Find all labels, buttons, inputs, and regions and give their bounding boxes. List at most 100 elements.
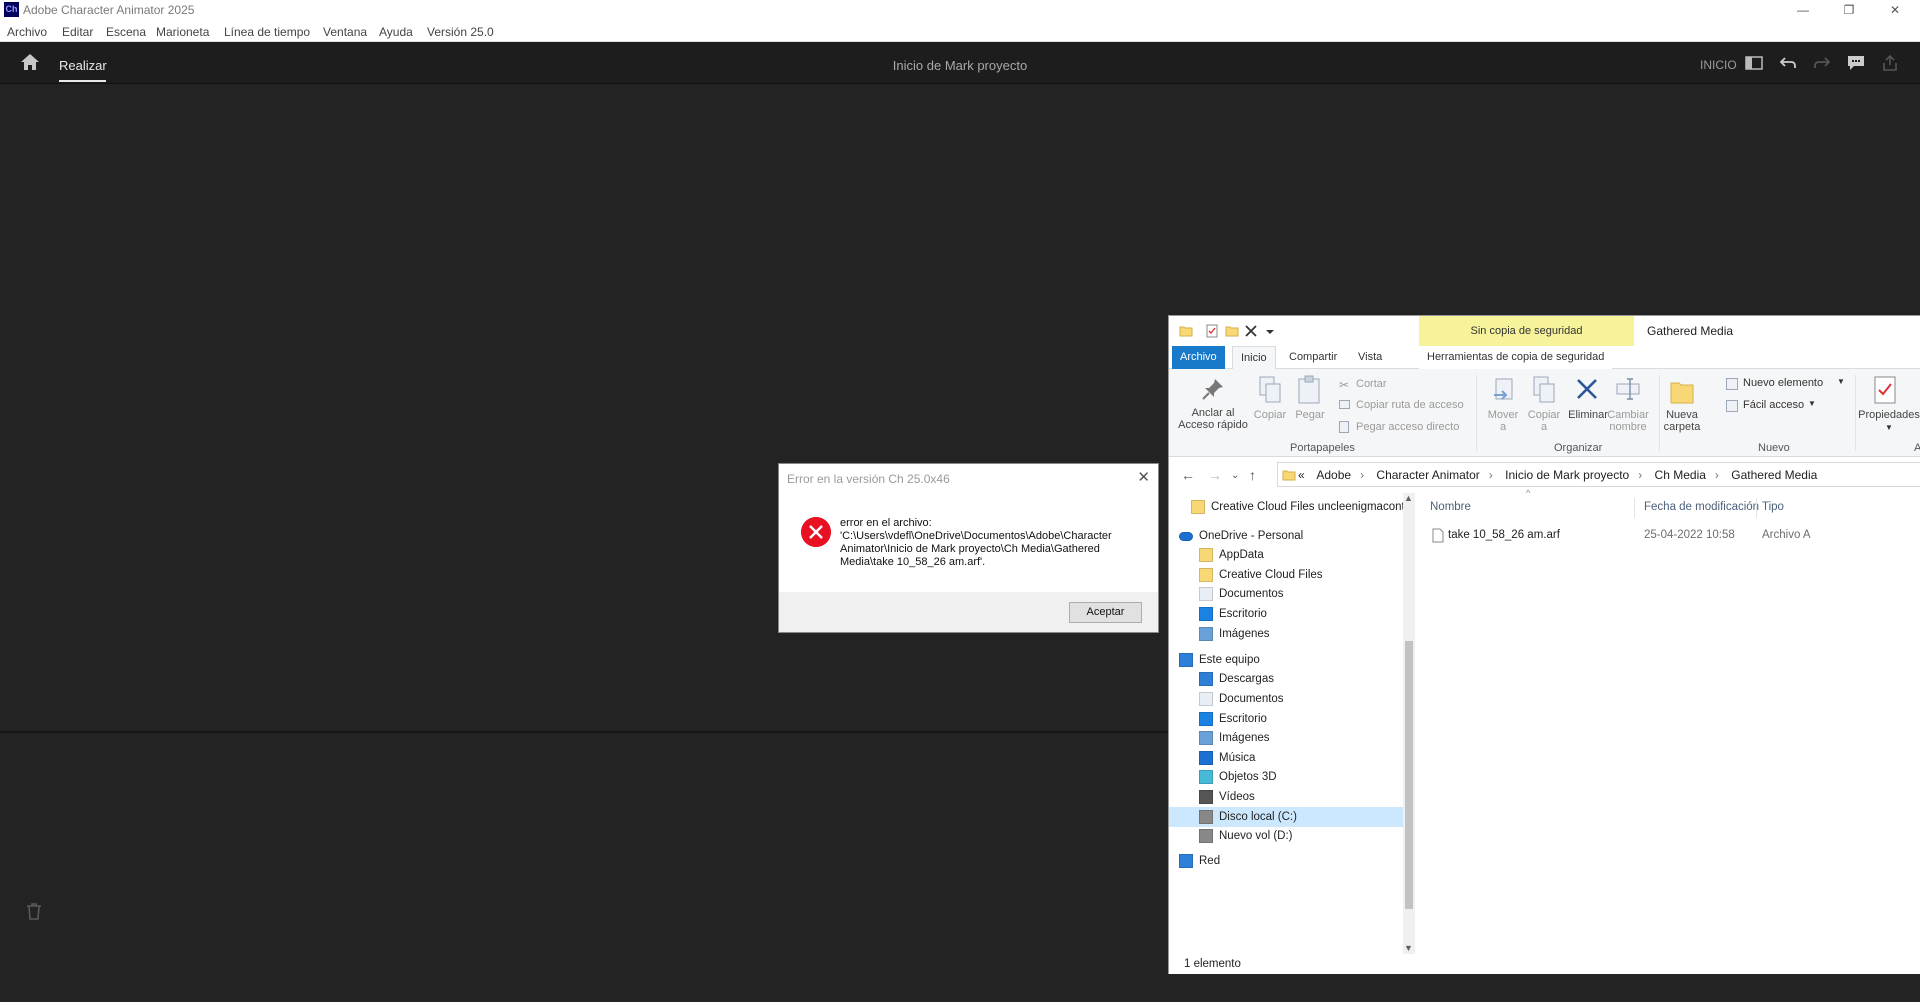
easy-access-button[interactable]: Fácil acceso <box>1743 399 1804 411</box>
restore-button[interactable]: ❐ <box>1826 0 1872 20</box>
nav-item[interactable]: Música <box>1169 748 1404 768</box>
dialog-close-icon[interactable]: ✕ <box>1137 468 1150 486</box>
tab-compartir[interactable]: Compartir <box>1281 346 1345 369</box>
column-separator[interactable] <box>1756 498 1757 518</box>
column-header-name[interactable]: Nombre <box>1430 501 1471 513</box>
trash-icon[interactable] <box>26 902 42 920</box>
desktop-icon <box>1199 607 1213 621</box>
minimize-button[interactable]: — <box>1780 0 1826 20</box>
menu-marioneta[interactable]: Marioneta <box>156 25 209 39</box>
nav-item[interactable]: Creative Cloud Files <box>1169 565 1404 585</box>
breadcrumb-inicio-de-mark-proyecto[interactable]: Inicio de Mark proyecto <box>1505 468 1629 482</box>
properties-dropdown-icon[interactable]: ▼ <box>1885 423 1893 432</box>
column-header-modified[interactable]: Fecha de modificación <box>1644 501 1759 513</box>
properties-icon <box>1874 376 1896 404</box>
home-icon[interactable] <box>20 53 40 71</box>
copy-button[interactable]: Copiar <box>1251 409 1289 421</box>
share-icon[interactable] <box>1881 55 1899 71</box>
file-row[interactable]: take 10_58_26 am.arf 25-04-2022 10:58 Ar… <box>1416 525 1920 545</box>
scroll-down-icon[interactable]: ▼ <box>1404 943 1413 953</box>
nav-item[interactable]: Red <box>1169 851 1404 871</box>
panel-layout-icon[interactable] <box>1745 55 1763 71</box>
nav-item[interactable]: Escritorio <box>1169 709 1404 729</box>
column-separator[interactable] <box>1634 498 1635 518</box>
menu-ventana[interactable]: Ventana <box>323 25 367 39</box>
properties-button[interactable]: Propiedades <box>1857 409 1920 421</box>
up-arrow-icon[interactable]: ↑ <box>1249 467 1256 483</box>
nav-item-label: AppData <box>1219 549 1264 561</box>
menu-version[interactable]: Versión 25.0 <box>427 25 494 39</box>
cut-button[interactable]: Cortar <box>1356 378 1387 390</box>
menu-ayuda[interactable]: Ayuda <box>379 25 413 39</box>
close-button[interactable]: ✕ <box>1872 0 1918 20</box>
new-item-icon <box>1726 378 1738 390</box>
nav-item[interactable]: Documentos <box>1169 689 1404 709</box>
nav-item-label: Creative Cloud Files uncleenigmaconte <box>1211 501 1404 513</box>
nav-item-label: Imágenes <box>1219 732 1270 744</box>
documents-icon <box>1199 692 1213 706</box>
new-folder-quick-icon[interactable] <box>1225 324 1239 338</box>
nav-item[interactable]: Vídeos <box>1169 787 1404 807</box>
nav-item-label: Objetos 3D <box>1219 771 1277 783</box>
delete-quick-icon[interactable] <box>1244 324 1258 338</box>
customize-quick-access-icon[interactable] <box>1263 324 1277 338</box>
delete-button[interactable]: Eliminar <box>1566 409 1610 421</box>
nav-item[interactable]: OneDrive - Personal <box>1169 526 1404 546</box>
new-folder-button[interactable]: Nueva carpeta <box>1659 409 1705 433</box>
folder-icon <box>1179 326 1193 337</box>
tab-herramientas-copia-seguridad[interactable]: Herramientas de copia de seguridad <box>1419 346 1613 369</box>
breadcrumb-overflow[interactable]: « <box>1298 468 1305 482</box>
paste-button[interactable]: Pegar <box>1291 409 1329 421</box>
move-to-icon <box>1494 378 1513 400</box>
back-arrow-icon[interactable]: ← <box>1181 467 1195 483</box>
redo-icon[interactable] <box>1813 55 1831 71</box>
nav-item[interactable]: AppData <box>1169 545 1404 565</box>
menu-archivo[interactable]: Archivo <box>7 25 47 39</box>
nav-item[interactable]: Documentos <box>1169 584 1404 604</box>
new-item-dropdown-icon[interactable]: ▼ <box>1837 377 1845 386</box>
menu-escena[interactable]: Escena <box>106 25 146 39</box>
menu-linea-de-tiempo[interactable]: Línea de tiempo <box>224 25 310 39</box>
copy-to-button[interactable]: Copiar a <box>1524 409 1564 433</box>
breadcrumb-ch-media[interactable]: Ch Media <box>1655 468 1706 482</box>
tab-inicio[interactable]: Inicio <box>1232 346 1276 370</box>
column-header-type[interactable]: Tipo <box>1762 501 1784 513</box>
tab-archivo[interactable]: Archivo <box>1172 346 1225 369</box>
nav-item[interactable]: Imágenes <box>1169 728 1404 748</box>
breadcrumb-character-animator[interactable]: Character Animator <box>1376 468 1479 482</box>
accept-button[interactable]: Aceptar <box>1069 602 1142 623</box>
address-bar[interactable]: « Adobe › Character Animator › Inicio de M… <box>1277 462 1920 487</box>
scrollbar-thumb[interactable] <box>1405 641 1413 909</box>
tab-vista[interactable]: Vista <box>1350 346 1390 369</box>
nav-item[interactable]: Nuevo vol (D:) <box>1169 826 1404 846</box>
scroll-up-icon[interactable]: ▲ <box>1404 493 1413 503</box>
nav-item[interactable]: Este equipo <box>1169 650 1404 670</box>
tab-realizar[interactable]: Realizar <box>59 58 107 73</box>
properties-quick-icon[interactable] <box>1205 324 1219 338</box>
pictures-icon <box>1199 731 1213 745</box>
nav-item[interactable]: Creative Cloud Files uncleenigmaconte <box>1169 497 1404 517</box>
nav-item[interactable]: Imágenes <box>1169 624 1404 644</box>
navigation-scrollbar[interactable]: ▲ ▼ <box>1403 493 1415 955</box>
copy-path-button[interactable]: Copiar ruta de acceso <box>1356 399 1464 411</box>
nav-item[interactable]: Disco local (C:) <box>1169 807 1404 827</box>
breadcrumb-gathered-media[interactable]: Gathered Media <box>1731 468 1817 482</box>
nav-item[interactable]: Escritorio <box>1169 604 1404 624</box>
nav-item[interactable]: Descargas <box>1169 669 1404 689</box>
move-to-button[interactable]: Mover a <box>1483 409 1523 433</box>
rename-button[interactable]: Cambiar nombre <box>1606 409 1650 433</box>
undo-icon[interactable] <box>1779 55 1797 71</box>
easy-access-dropdown-icon[interactable]: ▼ <box>1808 399 1816 408</box>
pin-quick-access-button[interactable]: Anclar al Acceso rápido <box>1175 407 1251 431</box>
nav-item[interactable]: Objetos 3D <box>1169 767 1404 787</box>
breadcrumb-adobe[interactable]: Adobe <box>1316 468 1351 482</box>
menu-editar[interactable]: Editar <box>62 25 93 39</box>
3d-objects-icon <box>1199 770 1213 784</box>
forward-arrow-icon[interactable]: → <box>1208 467 1222 483</box>
new-item-button[interactable]: Nuevo elemento <box>1743 377 1823 389</box>
workspace-label[interactable]: INICIO <box>1700 58 1737 72</box>
paste-shortcut-button[interactable]: Pegar acceso directo <box>1356 421 1459 433</box>
recent-locations-chevron-icon[interactable]: ⌄ <box>1231 470 1239 481</box>
app-toolbar: Realizar Inicio de Mark proyecto INICIO <box>0 42 1920 84</box>
feedback-icon[interactable] <box>1847 55 1865 71</box>
